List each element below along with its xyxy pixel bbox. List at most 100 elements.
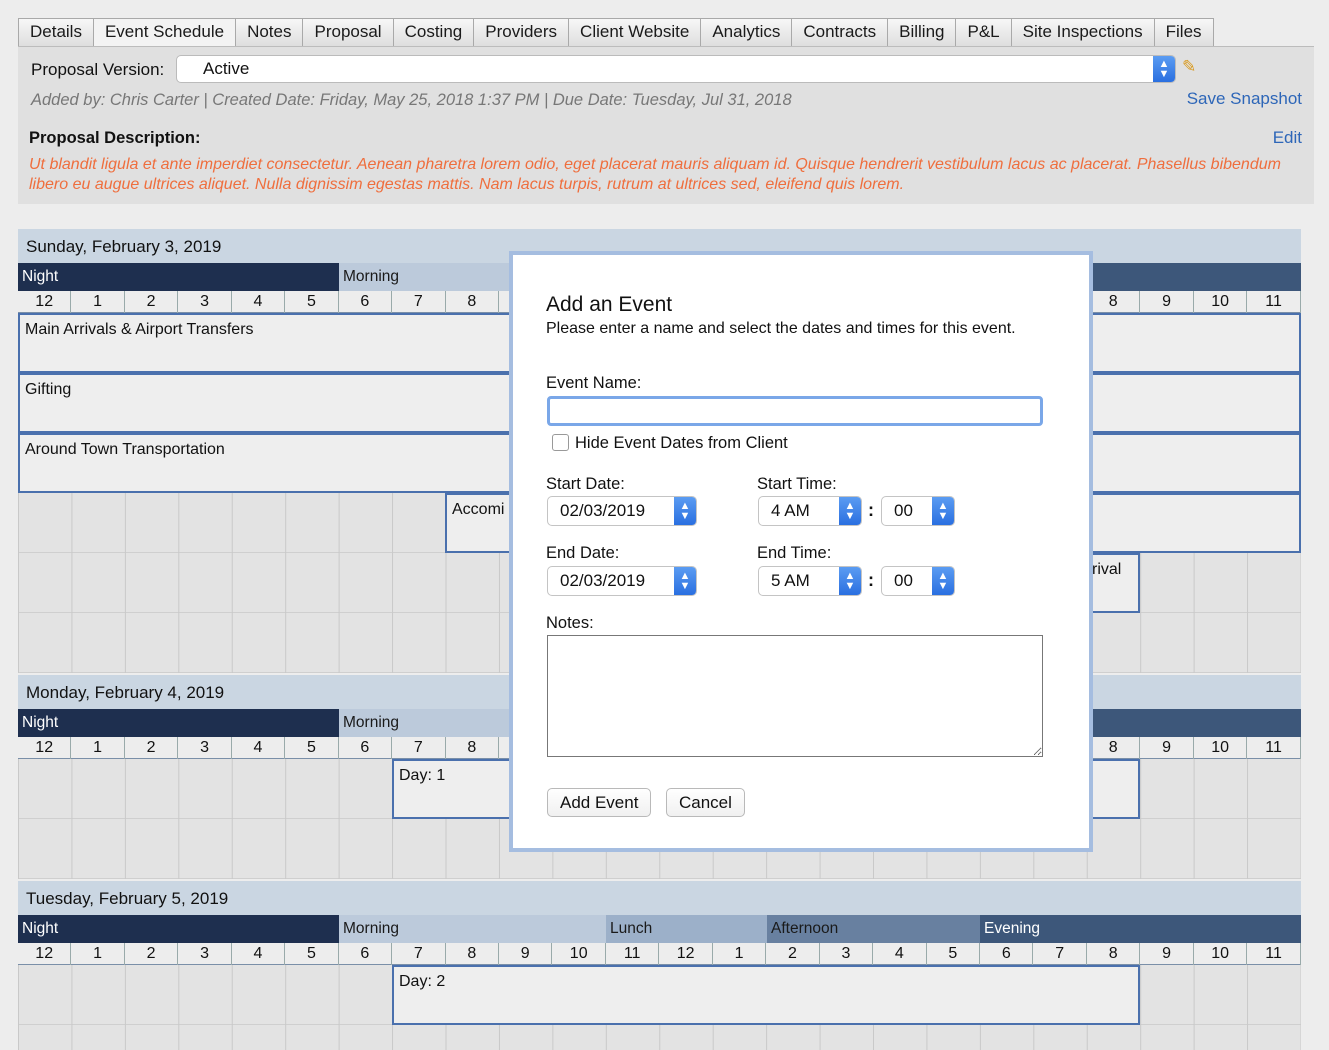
hour-label: 9 (499, 943, 553, 965)
hour-label: 5 (927, 943, 981, 965)
event-label: rival (1092, 561, 1122, 578)
start-date-select[interactable]: 02/03/2019 ▲ ▼ (547, 496, 697, 526)
hour-label: 9 (1140, 737, 1194, 759)
save-snapshot-link[interactable]: Save Snapshot (1187, 89, 1302, 109)
band-night: Night (18, 709, 339, 737)
hour-label: 10 (1194, 291, 1248, 313)
proposal-version-select[interactable]: Active ▲ ▼ (176, 55, 1176, 83)
hour-label: 1 (71, 291, 125, 313)
hour-label: 12 (18, 291, 72, 313)
tab-bar: Details Event Schedule Notes Proposal Co… (18, 18, 1214, 46)
start-hour-value: 4 AM (771, 501, 810, 520)
start-hour-select[interactable]: 4 AM ▲ ▼ (758, 496, 862, 526)
event-label: Accomi (452, 501, 505, 518)
hour-label: 2 (125, 737, 179, 759)
hour-label: 3 (178, 291, 232, 313)
band-night: Night (18, 915, 339, 943)
hour-label: 6 (339, 943, 393, 965)
hour-label: 11 (606, 943, 660, 965)
hour-row: 121234567891011121234567891011 (18, 943, 1301, 965)
hour-label: 8 (446, 737, 499, 759)
tab-analytics[interactable]: Analytics (700, 18, 793, 46)
proposal-version-label: Proposal Version: (31, 60, 165, 79)
hour-label: 9 (1140, 943, 1194, 965)
event-label: Around Town Transportation (25, 441, 225, 458)
tab-providers[interactable]: Providers (473, 18, 570, 46)
tab-notes[interactable]: Notes (235, 18, 304, 46)
band-evening (1088, 709, 1301, 737)
proposal-version-value: Active (203, 59, 250, 78)
hour-label: 5 (285, 737, 339, 759)
hour-label: 4 (232, 291, 286, 313)
end-date-label: End Date: (546, 544, 620, 562)
add-event-dialog: Add an Event Please enter a name and sel… (509, 251, 1093, 852)
hour-label: 10 (553, 943, 606, 965)
hour-label: 10 (1194, 943, 1248, 965)
start-minute-value: 00 (894, 501, 913, 520)
hour-label: 4 (232, 737, 286, 759)
time-colon: : (868, 500, 874, 520)
hour-label: 6 (980, 943, 1034, 965)
end-hour-select[interactable]: 5 AM ▲ ▼ (758, 566, 862, 596)
hour-label: 7 (392, 291, 446, 313)
event-day-2[interactable]: Day: 2 (392, 965, 1140, 1025)
notes-label: Notes: (546, 614, 594, 632)
hour-label: 3 (178, 737, 232, 759)
hour-label: 11 (1247, 291, 1301, 313)
tab-event-schedule[interactable]: Event Schedule (92, 18, 237, 46)
tab-contracts[interactable]: Contracts (791, 18, 889, 46)
dialog-title: Add an Event (546, 293, 673, 316)
day-header: Tuesday, February 5, 2019 (18, 881, 1301, 915)
tab-client-website[interactable]: Client Website (568, 18, 702, 46)
end-time-label: End Time: (757, 544, 832, 562)
dialog-subtitle: Please enter a name and select the dates… (546, 320, 1016, 337)
hour-label: 7 (1034, 943, 1087, 965)
hour-label: 4 (232, 943, 286, 965)
select-arrows-icon: ▲ ▼ (932, 567, 954, 595)
notes-textarea[interactable] (547, 635, 1043, 757)
event-label: Day: 2 (399, 973, 446, 990)
hour-label: 3 (178, 943, 232, 965)
time-colon: : (868, 570, 874, 590)
select-arrows-icon: ▲ ▼ (932, 497, 954, 525)
hour-label: 8 (1087, 943, 1141, 965)
band-night: Night (18, 263, 339, 291)
proposal-panel: Proposal Version: Active ▲ ▼ ✎ Added by: … (18, 46, 1314, 204)
end-date-value: 02/03/2019 (560, 571, 646, 590)
hour-label: 7 (392, 943, 446, 965)
cancel-button[interactable]: Cancel (666, 788, 745, 817)
hour-label: 2 (125, 291, 179, 313)
tab-site-inspections[interactable]: Site Inspections (1010, 18, 1155, 46)
tab-costing[interactable]: Costing (392, 18, 475, 46)
end-date-select[interactable]: 02/03/2019 ▲ ▼ (547, 566, 697, 596)
tab-files[interactable]: Files (1153, 18, 1214, 46)
band-evening: Evening (980, 915, 1301, 943)
hide-dates-label[interactable]: Hide Event Dates from Client (575, 434, 788, 453)
end-minute-select[interactable]: 00 ▲ ▼ (881, 566, 955, 596)
hour-label: 1 (71, 737, 125, 759)
hour-label: 8 (446, 943, 499, 965)
hide-dates-checkbox[interactable] (552, 434, 569, 451)
event-name-label: Event Name: (546, 374, 642, 392)
end-hour-value: 5 AM (771, 571, 810, 590)
pencil-icon[interactable]: ✎ (1182, 57, 1196, 77)
tab-billing[interactable]: Billing (887, 18, 957, 46)
select-arrows-icon: ▲ ▼ (674, 567, 696, 595)
hour-label: 12 (659, 943, 713, 965)
day-section-tuesday: Tuesday, February 5, 2019 Night Morning … (18, 881, 1301, 1050)
select-arrows-icon: ▲ ▼ (839, 497, 861, 525)
tab-details[interactable]: Details (18, 18, 94, 46)
add-event-button[interactable]: Add Event (547, 788, 652, 817)
hour-label: 3 (820, 943, 874, 965)
end-minute-value: 00 (894, 571, 913, 590)
edit-description-link[interactable]: Edit (1273, 128, 1302, 148)
event-name-input[interactable] (547, 396, 1043, 426)
proposal-description-label: Proposal Description: (29, 129, 201, 147)
start-minute-select[interactable]: 00 ▲ ▼ (881, 496, 955, 526)
tab-pl[interactable]: P&L (955, 18, 1012, 46)
hour-label: 7 (392, 737, 446, 759)
hour-label: 4 (873, 943, 927, 965)
hour-label: 2 (766, 943, 820, 965)
tab-proposal[interactable]: Proposal (302, 18, 394, 46)
hour-label: 5 (285, 291, 339, 313)
